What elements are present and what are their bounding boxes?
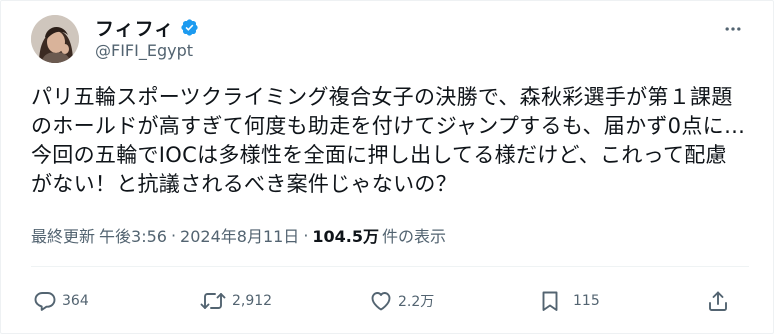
user-handle[interactable]: @FIFI_Egypt	[95, 41, 193, 60]
display-name[interactable]: フィフィ	[95, 14, 174, 41]
bookmark-icon	[542, 291, 558, 311]
views-count[interactable]: 104.5万	[312, 223, 379, 247]
share-icon	[709, 291, 727, 311]
like-count: 2.2万	[398, 294, 435, 310]
more-horizontal-icon	[725, 27, 741, 31]
repost-count: 2,912	[232, 293, 273, 309]
updated-label: 最終更新	[31, 227, 96, 246]
reply-bubble-icon	[34, 292, 56, 311]
heart-icon	[371, 292, 391, 311]
tweet-time[interactable]: 午後3:56	[99, 223, 167, 247]
tweet-card: フィフィ @FIFI_Egypt パリ五輪スポーツクライミング複合女子の決勝で、…	[0, 0, 774, 334]
reply-count: 364	[62, 293, 89, 309]
tweet-date[interactable]: 2024年8月11日	[180, 223, 299, 247]
repost-arrows-icon	[200, 293, 226, 309]
like-button[interactable]: 2.2万	[369, 283, 434, 319]
more-options-button[interactable]	[719, 15, 747, 43]
avatar-image	[31, 15, 79, 63]
tweet-meta: 最終更新 午後3:56 · 2024年8月11日 · 104.5万 件の表示	[31, 223, 446, 247]
tweet-text: パリ五輪スポーツクライミング複合女子の決勝で、森秋彩選手が第１課題 のホールドが…	[31, 83, 751, 199]
avatar[interactable]	[31, 15, 79, 63]
bookmark-count: 115	[573, 293, 600, 309]
share-button[interactable]	[706, 283, 730, 319]
meta-separator: ·	[303, 225, 309, 245]
tweet-text-line: パリ五輪スポーツクライミング複合女子の決勝で、森秋彩選手が第１課題	[31, 85, 733, 109]
tweet-text-line: 今回の五輪でIOCは多様性を全面に押し出してる様だけど、これって配慮	[31, 143, 727, 167]
action-bar: 364 2,912 2.2万 115	[1, 283, 774, 319]
author-name-row[interactable]: フィフィ	[95, 14, 199, 41]
repost-button[interactable]: 2,912	[199, 283, 272, 319]
verified-badge-icon	[180, 18, 199, 37]
meta-separator: ·	[170, 225, 177, 245]
divider	[31, 266, 749, 267]
bookmark-button[interactable]: 115	[538, 283, 600, 319]
tweet-text-line: がない！と抗議されるべき案件じゃないの？	[31, 172, 457, 196]
reply-button[interactable]: 364	[33, 283, 89, 319]
views-label[interactable]: 件の表示	[382, 223, 446, 247]
tweet-text-line: のホールドが高すぎて何度も助走を付けてジャンプするも、届かず0点に…	[31, 114, 746, 138]
